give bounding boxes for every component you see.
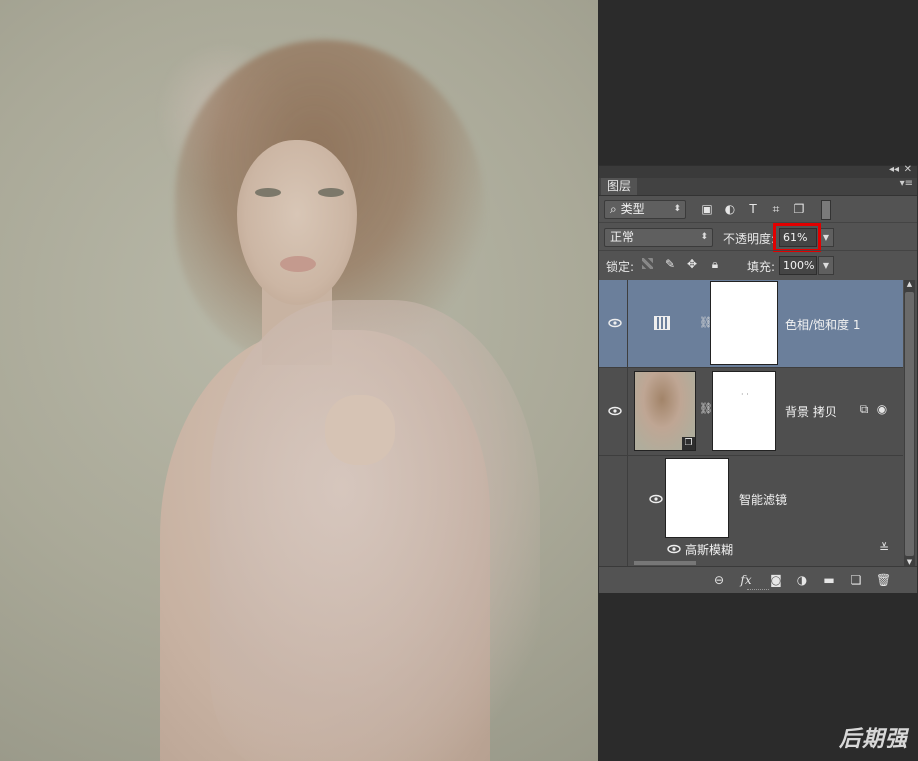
fill-label: 填充:: [747, 260, 776, 274]
photo-canvas[interactable]: [0, 0, 598, 761]
resize-grip[interactable]: [747, 589, 769, 593]
updown-arrow-icon: ⬍: [673, 204, 681, 214]
move-lock-icon[interactable]: ✥: [685, 257, 699, 271]
layer-photo-thumbnail[interactable]: ❐: [634, 371, 696, 451]
hue-saturation-adjustment-icon: [654, 316, 670, 330]
filter-name[interactable]: 高斯模糊: [685, 541, 733, 558]
scroll-thumb[interactable]: [905, 292, 914, 556]
layer-mask-thumbnail[interactable]: · ·: [712, 371, 776, 451]
padlock-icon[interactable]: 🔒︎: [708, 257, 722, 271]
layer-mask-thumbnail[interactable]: [710, 281, 778, 365]
layers-list: ⛓︎ 色相/饱和度 1 ❐ ⛓︎ · · 背景 拷贝 ⧉ ◉ 智能滤镜 高斯模糊…: [599, 280, 917, 566]
folder-icon[interactable]: ▬: [822, 573, 836, 587]
watermark-logo: 后期强: [838, 727, 908, 752]
highlight-box: [773, 223, 821, 252]
brush-lock-icon[interactable]: ✎: [663, 257, 677, 271]
lock-transparent-icon[interactable]: [642, 258, 653, 269]
layers-bottom-toolbar: ⊖ fx ◙ ◑ ▬ ❏ 🗑︎: [599, 566, 917, 593]
layer-row-hue-saturation[interactable]: ⛓︎ 色相/饱和度 1: [599, 280, 903, 368]
mask-icon[interactable]: ◙: [769, 573, 783, 587]
tulle-fabric: [210, 300, 540, 761]
chain-link-icon[interactable]: ⛓︎: [699, 401, 713, 417]
close-icon[interactable]: ✕: [904, 164, 912, 175]
blend-row: 正常 ⬍ 不透明度: 61% ▼: [599, 222, 917, 252]
fx-icon[interactable]: fx: [739, 573, 753, 587]
panel-top-strip: ◂◂ ✕: [599, 164, 917, 178]
eye-icon[interactable]: [648, 494, 664, 504]
eye-icon[interactable]: [607, 318, 623, 328]
text-filter-icon[interactable]: T: [746, 202, 760, 216]
smart-object-filter-icon[interactable]: ❐: [792, 202, 806, 216]
fill-slider-button[interactable]: ▼: [818, 256, 834, 275]
filter-row-gaussian-blur[interactable]: 高斯模糊 ≚: [599, 538, 903, 560]
layer-row-background-copy[interactable]: ❐ ⛓︎ · · 背景 拷贝 ⧉ ◉: [599, 368, 903, 456]
filter-kind-label: 类型: [620, 202, 645, 216]
scroll-up-icon[interactable]: ▲: [904, 280, 915, 288]
shape-filter-icon[interactable]: ⌗: [769, 202, 783, 216]
adjustment-filter-icon[interactable]: ◐: [723, 202, 737, 216]
right-eye: [318, 188, 344, 197]
lips: [280, 256, 316, 272]
trash-icon[interactable]: 🗑︎: [876, 573, 891, 587]
layers-scrollbar[interactable]: ▲ ▼: [904, 280, 915, 566]
image-filter-icon[interactable]: ▣: [700, 202, 714, 216]
smart-object-indicator-icon: ⧉: [859, 402, 869, 416]
panel-menu-icon[interactable]: ▾≡: [900, 178, 913, 189]
panel-tab-bar: 图层 ▾≡: [599, 178, 917, 196]
layer-name[interactable]: 色相/饱和度 1: [785, 316, 861, 333]
fill-field[interactable]: 100%: [779, 256, 817, 275]
adjustment-icon[interactable]: ◑: [795, 573, 809, 587]
smart-filters-indicator-icon[interactable]: ◉: [875, 402, 889, 416]
model-hand: [325, 395, 395, 465]
smart-filter-mask-thumbnail[interactable]: [665, 458, 729, 538]
double-chevron-left-icon[interactable]: ◂◂: [889, 164, 899, 175]
link-icon[interactable]: ⊖: [712, 573, 726, 587]
chain-link-icon[interactable]: ⛓︎: [699, 315, 713, 331]
left-eye: [255, 188, 281, 197]
search-icon: ⌕: [610, 202, 617, 216]
lock-label: 锁定:: [606, 260, 635, 274]
blend-mode-value: 正常: [610, 230, 635, 244]
filter-toggle-icon[interactable]: [821, 200, 831, 220]
smart-filters-row[interactable]: 智能滤镜: [599, 456, 903, 566]
updown-arrow-icon: ⬍: [700, 232, 708, 242]
layer-name[interactable]: 智能滤镜: [739, 491, 787, 508]
opacity-label: 不透明度:: [723, 232, 776, 246]
filter-blending-options-icon[interactable]: ≚: [877, 541, 891, 555]
layers-panel: ◂◂ ✕ 图层 ▾≡ ⌕ 类型 ⬍ ▣ ◐ T ⌗ ❐ 正常 ⬍ 不透明度: 6…: [598, 164, 918, 593]
filter-kind-dropdown[interactable]: ⌕ 类型 ⬍: [604, 200, 686, 219]
scroll-down-icon[interactable]: ▼: [904, 558, 915, 566]
smart-object-badge-icon: ❐: [682, 437, 695, 450]
eye-icon[interactable]: [666, 544, 682, 554]
blend-mode-dropdown[interactable]: 正常 ⬍: [604, 228, 713, 247]
filter-row: ⌕ 类型 ⬍ ▣ ◐ T ⌗ ❐: [599, 196, 917, 222]
eye-icon[interactable]: [607, 406, 623, 416]
layer-name[interactable]: 背景 拷贝: [785, 403, 837, 420]
lock-row: 锁定: ✎ ✥ 🔒︎ 填充: 100% ▼: [599, 250, 917, 279]
tab-layers[interactable]: 图层: [601, 178, 638, 195]
new-layer-icon[interactable]: ❏: [849, 573, 863, 587]
